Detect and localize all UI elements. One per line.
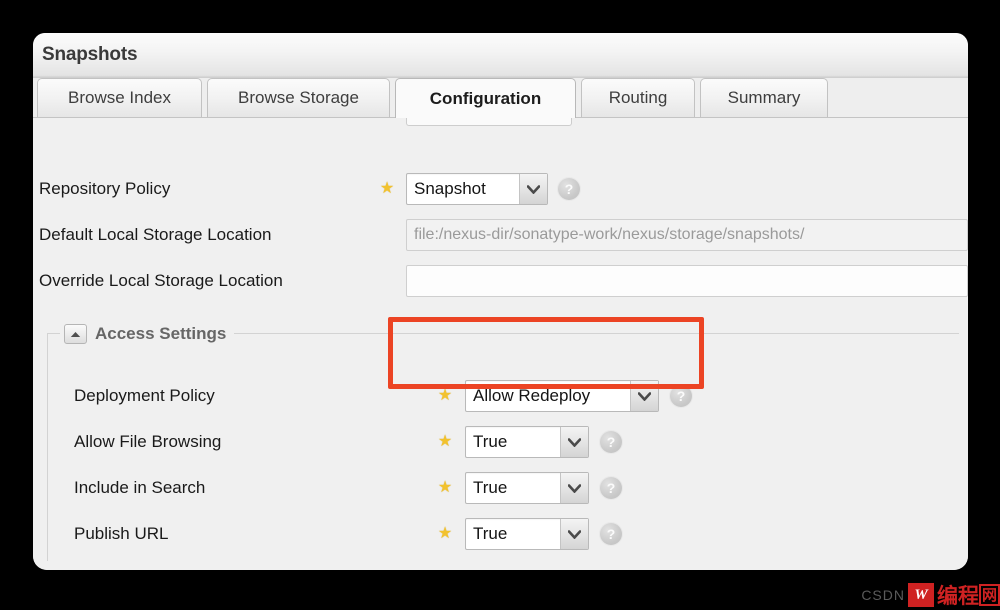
chevron-down-icon[interactable]: [560, 519, 588, 549]
tab-label: Browse Storage: [238, 88, 359, 107]
tab-browse-index[interactable]: Browse Index: [37, 78, 202, 117]
group-title: Access Settings: [95, 324, 227, 343]
tab-bar: Browse Index Browse Storage Configuratio…: [33, 78, 968, 118]
screenshot-root: Snapshots Browse Index Browse Storage Co…: [0, 0, 1000, 610]
repository-config-panel: Snapshots Browse Index Browse Storage Co…: [33, 33, 968, 570]
field-label: Allow File Browsing: [74, 432, 222, 451]
required-star-icon: ★: [437, 387, 453, 404]
field-label: Publish URL: [74, 524, 169, 543]
watermark-brand-boxed: 网: [978, 584, 1000, 606]
default-local-storage-input: file:/nexus-dir/sonatype-work/nexus/stor…: [406, 219, 968, 251]
allow-file-browsing-select[interactable]: True: [465, 426, 589, 458]
watermark: CSDN W 编程网: [861, 582, 1000, 608]
watermark-brand: 编程网: [937, 580, 1000, 610]
select-value: Allow Redeploy: [473, 386, 591, 405]
form-row-override-local-storage: Override Local Storage Location: [33, 258, 968, 304]
form-row-deployment-policy: Deployment Policy ★ Allow Redeploy ?: [48, 373, 968, 419]
field-label: Include in Search: [74, 478, 206, 497]
form-row-include-in-search: Include in Search ★ True ?: [48, 465, 968, 511]
required-star-icon: ★: [437, 433, 453, 450]
access-settings-legend: Access Settings: [60, 320, 235, 348]
access-settings-group: Access Settings Deployment Policy ★ Allo…: [47, 320, 959, 561]
publish-url-select[interactable]: True: [465, 518, 589, 550]
page-title: Snapshots: [42, 44, 138, 65]
tab-label: Summary: [727, 88, 801, 107]
override-local-storage-input[interactable]: [406, 265, 968, 297]
panel-titlebar: Snapshots: [33, 33, 968, 78]
chevron-down-icon[interactable]: [560, 427, 588, 457]
clipped-field-above: [406, 118, 572, 126]
watermark-logo-icon: W: [907, 583, 934, 607]
field-label: Repository Policy: [39, 179, 171, 198]
form-row-allow-file-browsing: Allow File Browsing ★ True ?: [48, 419, 968, 465]
chevron-down-icon[interactable]: [630, 381, 658, 411]
tab-summary[interactable]: Summary: [700, 78, 828, 117]
form-row-default-local-storage: Default Local Storage Location file:/nex…: [33, 212, 968, 258]
tab-label: Routing: [608, 88, 668, 107]
tab-routing[interactable]: Routing: [581, 78, 695, 117]
include-in-search-select[interactable]: True: [465, 472, 589, 504]
select-value: True: [473, 478, 508, 497]
chevron-down-icon[interactable]: [519, 174, 547, 204]
form-row-repository-policy: Repository Policy ★ Snapshot ?: [33, 166, 968, 212]
required-star-icon: ★: [379, 180, 395, 197]
select-value: Snapshot: [414, 179, 486, 198]
tab-label: Configuration: [429, 88, 542, 108]
field-label: Override Local Storage Location: [39, 271, 283, 290]
form-row-publish-url: Publish URL ★ True ?: [48, 511, 968, 557]
tab-configuration[interactable]: Configuration: [395, 78, 576, 118]
required-star-icon: ★: [437, 479, 453, 496]
select-value: True: [473, 432, 508, 451]
help-icon[interactable]: ?: [600, 523, 622, 545]
help-icon[interactable]: ?: [600, 477, 622, 499]
select-value: True: [473, 524, 508, 543]
tab-label: Browse Index: [68, 88, 171, 107]
repository-policy-select[interactable]: Snapshot: [406, 173, 548, 205]
field-label: Default Local Storage Location: [39, 225, 272, 244]
deployment-policy-select[interactable]: Allow Redeploy: [465, 380, 659, 412]
required-star-icon: ★: [437, 525, 453, 542]
field-label: Deployment Policy: [74, 386, 215, 405]
help-icon[interactable]: ?: [600, 431, 622, 453]
chevron-up-icon[interactable]: [64, 324, 87, 344]
watermark-brand-text: 编程: [936, 584, 979, 608]
watermark-site: CSDN: [861, 587, 905, 603]
help-icon[interactable]: ?: [670, 385, 692, 407]
configuration-form: Repository Policy ★ Snapshot ? Default L…: [33, 118, 968, 570]
help-icon[interactable]: ?: [558, 178, 580, 200]
chevron-down-icon[interactable]: [560, 473, 588, 503]
tab-browse-storage[interactable]: Browse Storage: [207, 78, 390, 117]
